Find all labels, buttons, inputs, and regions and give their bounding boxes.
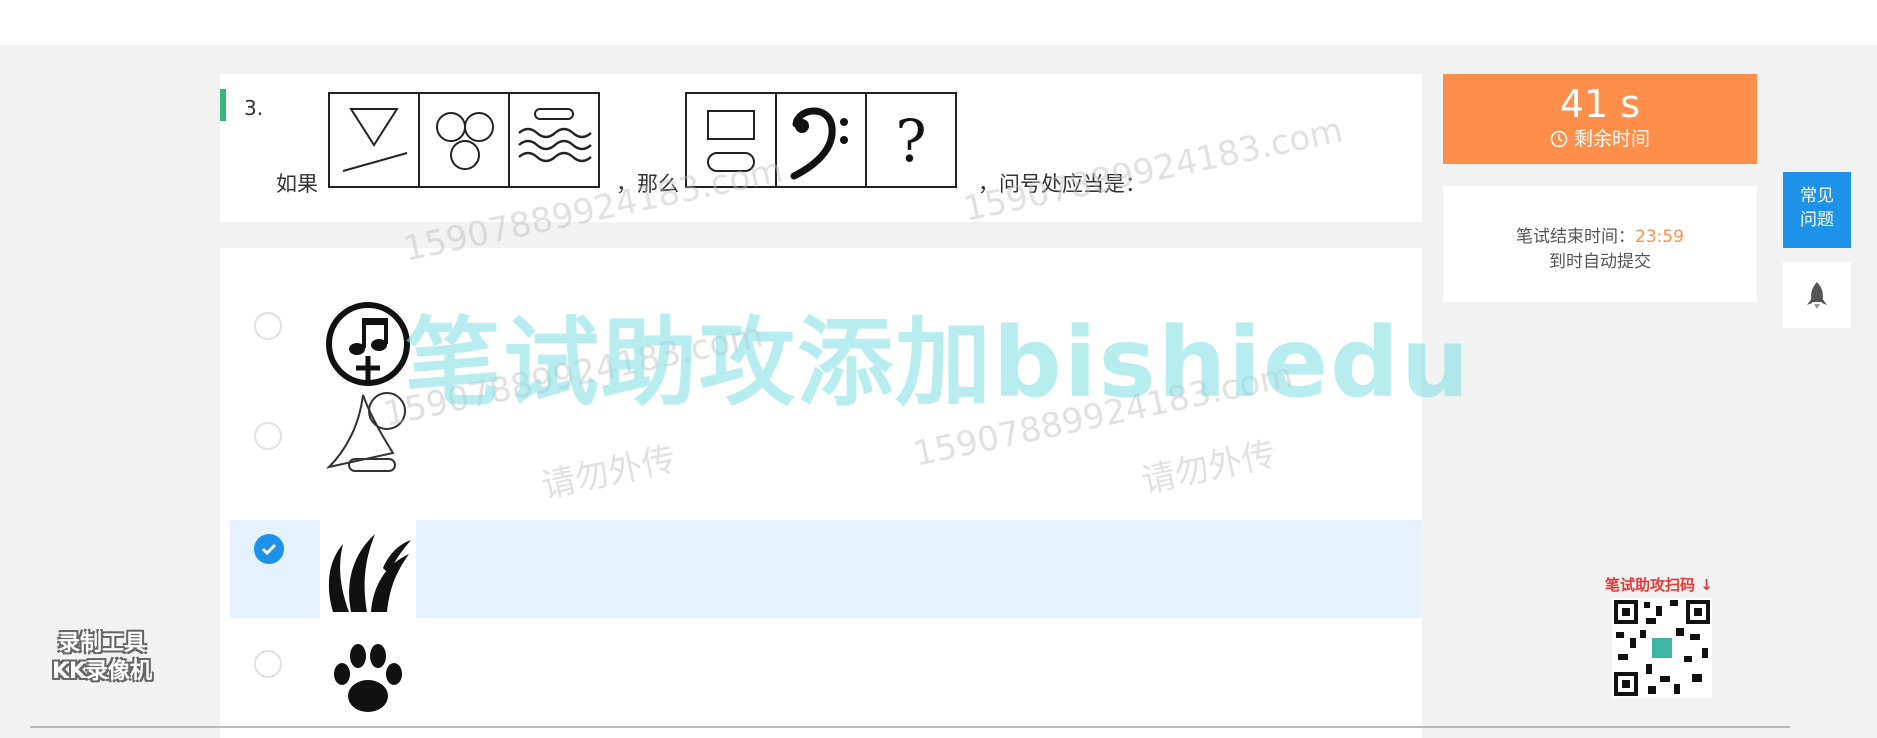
figure-group-1 [328, 92, 600, 188]
paw-icon [320, 632, 416, 728]
timer-seconds: 41 s [1559, 82, 1641, 126]
qr-code-icon [1612, 598, 1712, 698]
triangle-line-icon [330, 94, 420, 186]
end-time-value: 23:59 [1635, 227, 1684, 247]
bottom-divider [30, 726, 1790, 728]
end-time-label: 笔试结束时间： [1516, 227, 1635, 247]
timer-label: 剩余时间 [1574, 128, 1651, 150]
question-number: 3. [244, 96, 264, 120]
promo-watermark: 笔试助攻添加bishiedu [405, 307, 1472, 419]
question-marker [220, 89, 226, 121]
faq-button[interactable]: 常见 问题 [1783, 172, 1851, 248]
countdown-timer: 41 s 剩余时间 [1443, 74, 1757, 164]
qr-label: 笔试助攻扫码 ↓ [1605, 576, 1713, 594]
rocket-icon [1807, 282, 1827, 309]
three-circles-icon [420, 94, 510, 186]
faq-line1: 常见 [1800, 186, 1834, 206]
option-a-radio[interactable] [254, 312, 282, 340]
option-c[interactable] [230, 520, 1422, 618]
clock-icon [1550, 130, 1568, 148]
recorder-watermark: 录制工具 KK录像机 [51, 631, 153, 684]
top-bar [0, 0, 1877, 45]
svg-text:?: ? [895, 107, 926, 175]
check-icon [261, 543, 277, 556]
bass-clef-icon [777, 94, 867, 186]
faq-line2: 问题 [1800, 210, 1834, 230]
option-b-radio[interactable] [254, 422, 282, 450]
waves-icon [510, 94, 598, 186]
option-d-radio[interactable] [254, 650, 282, 678]
option-d[interactable] [230, 618, 1422, 714]
back-to-top-button[interactable] [1783, 262, 1851, 328]
option-c-radio[interactable] [254, 534, 284, 564]
question-mark-icon: ? [867, 94, 955, 186]
end-time-panel: 笔试结束时间：23:59 到时自动提交 [1443, 186, 1757, 302]
flame-leaves-icon [320, 520, 416, 618]
auto-submit-note: 到时自动提交 [1549, 252, 1651, 272]
question-prefix: 如果 [276, 172, 318, 196]
